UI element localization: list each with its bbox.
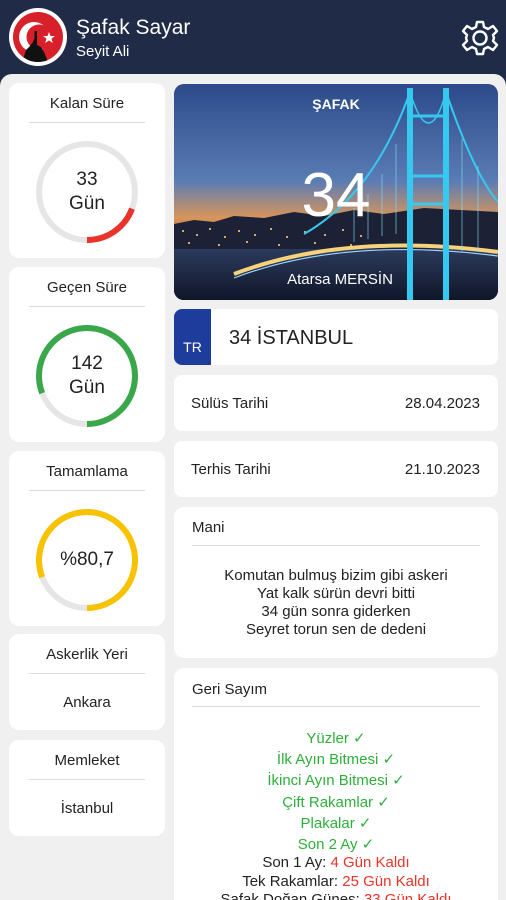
- elapsed-value: 142 Gün: [33, 322, 141, 430]
- divider: [192, 706, 480, 707]
- user-name: Seyit Ali: [76, 43, 130, 60]
- milestone-label: Tek Rakamlar:: [242, 873, 343, 890]
- divider: [192, 545, 480, 546]
- milestone-done: İkinci Ayın Bitmesi ✓: [267, 772, 405, 789]
- hometown-value: İstanbul: [60, 800, 114, 817]
- milestone-remaining: 4 Gün Kaldı: [330, 854, 410, 871]
- completion-title: Tamamlama: [46, 463, 128, 480]
- mani-line: Seyret torun sen de dedeni: [245, 621, 427, 638]
- completion-value: %80,7: [33, 506, 141, 614]
- terhis-date-value: 21.10.2023: [404, 461, 480, 478]
- safak-day-number: 34: [301, 161, 371, 230]
- elapsed-days: 142: [71, 353, 103, 374]
- completion-card: Tamamlama %80,7: [9, 451, 165, 626]
- milestone-pending: Tek Rakamlar: 25 Gün Kaldı: [174, 873, 498, 890]
- milestone-done: Yüzler ✓: [306, 730, 366, 747]
- duty-location-card: Askerlik Yeri Ankara: [9, 634, 165, 730]
- completion-percent: %80,7: [60, 549, 114, 570]
- plate-text: 34 İSTANBUL: [229, 327, 354, 349]
- divider: [29, 673, 145, 674]
- milestone-label: Son 1 Ay:: [262, 854, 331, 871]
- top-bar: Şafak Sayar Seyit Ali: [0, 0, 506, 74]
- milestone-done: Son 2 Ay ✓: [297, 836, 375, 853]
- remaining-unit: Gün: [69, 193, 105, 214]
- plate-country-strip: TR: [174, 309, 211, 365]
- elapsed-unit: Gün: [69, 377, 105, 398]
- mani-card: Mani Komutan bulmuş bizim gibi askeri Ya…: [174, 507, 498, 658]
- divider: [29, 306, 145, 307]
- terhis-date-label: Terhis Tarihi: [191, 461, 271, 478]
- app-logo: [9, 8, 67, 66]
- terhis-date-card: Terhis Tarihi 21.10.2023: [174, 441, 498, 497]
- milestone-remaining: 25 Gün Kaldı: [342, 873, 430, 890]
- safak-hero-card: ŞAFAK 34 Atarsa MERSİN: [174, 84, 498, 300]
- milestone-label: Şafak Doğan Güneş:: [220, 891, 364, 900]
- milestone-pending: Son 1 Ay: 4 Gün Kaldı: [174, 854, 498, 871]
- divider: [29, 779, 145, 780]
- app-title: Şafak Sayar: [76, 16, 191, 39]
- duty-location-value: Ankara: [63, 694, 111, 711]
- settings-gear-icon[interactable]: [460, 18, 500, 58]
- milestone-done: Plakalar ✓: [300, 815, 372, 832]
- milestone-done: İlk Ayın Bitmesi ✓: [276, 751, 396, 768]
- sulus-date-label: Sülüs Tarihi: [191, 395, 269, 412]
- remaining-time-card: Kalan Süre 33 Gün: [9, 83, 165, 258]
- duty-city: Atarsa MERSİN: [287, 271, 393, 288]
- sulus-date-value: 28.04.2023: [404, 395, 480, 412]
- milestone-pending: Şafak Doğan Güneş: 33 Gün Kaldı: [174, 891, 498, 900]
- elapsed-time-title: Geçen Süre: [46, 279, 128, 296]
- mani-title: Mani: [192, 519, 225, 536]
- countdown-card: Geri Sayım Yüzler ✓ İlk Ayın Bitmesi ✓ İ…: [174, 668, 498, 900]
- remaining-value: 33 Gün: [33, 138, 141, 246]
- remaining-time-title: Kalan Süre: [49, 95, 125, 112]
- milestone-remaining: 33 Gün Kaldı: [363, 891, 452, 900]
- divider: [29, 490, 145, 491]
- mani-line: Komutan bulmuş bizim gibi askeri: [224, 567, 448, 584]
- safak-label: ŞAFAK: [312, 96, 360, 112]
- plate-country-code: TR: [183, 339, 202, 355]
- divider: [29, 122, 145, 123]
- countdown-title: Geri Sayım: [192, 681, 268, 698]
- elapsed-time-card: Geçen Süre 142 Gün: [9, 267, 165, 442]
- hometown-card: Memleket İstanbul: [9, 740, 165, 836]
- duty-location-title: Askerlik Yeri: [46, 646, 128, 663]
- sulus-date-card: Sülüs Tarihi 28.04.2023: [174, 375, 498, 431]
- license-plate: TR 34 İSTANBUL: [174, 309, 498, 365]
- hometown-title: Memleket: [54, 752, 120, 769]
- mani-line: Yat kalk sürün devri bitti: [256, 585, 416, 602]
- mani-line: 34 gün sonra giderken: [261, 603, 411, 620]
- remaining-days: 33: [76, 169, 98, 190]
- milestone-done: Çift Rakamlar ✓: [282, 794, 390, 811]
